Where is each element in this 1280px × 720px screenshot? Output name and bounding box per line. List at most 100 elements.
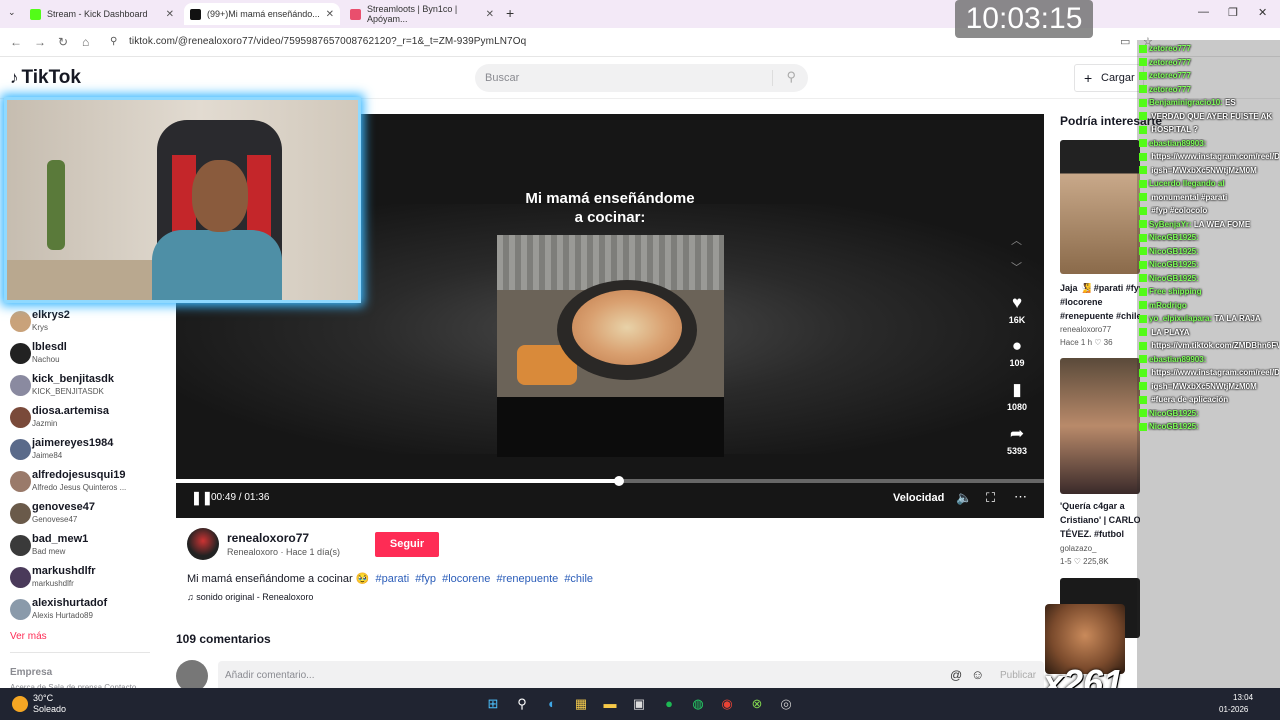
app-icon[interactable]: ▣ [630, 695, 648, 713]
chat-message: LA PLAYA [1139, 328, 1279, 340]
kick-badge-icon [1139, 233, 1147, 242]
video-description: Mi mamá enseñándome a cocinar 🥹 #parati … [187, 572, 593, 585]
fullscreen-icon[interactable]: ⛶ [986, 490, 995, 506]
edge-icon[interactable]: ◐ [543, 695, 561, 713]
recommendation-caption[interactable]: Jaja 🧏 #parati #fyp [1060, 281, 1140, 295]
account-name: lblesdl [32, 341, 67, 353]
xbox-icon[interactable]: ⊗ [748, 695, 766, 713]
tiktok-logo[interactable]: ♪ TikTok [10, 67, 81, 89]
stream-clock: 10:03:15 [955, 0, 1093, 38]
like-button[interactable]: ♥ 16K [1007, 294, 1027, 326]
upload-button[interactable]: + Cargar [1074, 64, 1144, 92]
minimize-icon[interactable]: — [1198, 6, 1209, 18]
forward-icon[interactable]: → [34, 35, 46, 49]
kick-badge-icon [1139, 260, 1147, 269]
clock-time[interactable]: 13:04 [1233, 693, 1253, 702]
chat-message: NicoGB1925: [1139, 274, 1279, 286]
company-heading[interactable]: Empresa [10, 667, 52, 678]
volume-icon[interactable]: 🔈 [956, 490, 972, 506]
author-name[interactable]: renealoxoro77 [227, 531, 309, 545]
comment-button[interactable]: ● 109 [1007, 337, 1027, 369]
close-icon[interactable]: ✕ [326, 9, 334, 20]
chat-text: #fyp #colocolo [1151, 206, 1208, 215]
emoji-icon[interactable]: ☺ [971, 667, 984, 682]
recommendation-thumbnail[interactable] [1060, 358, 1140, 494]
recommendation-author[interactable]: renealoxoro77 [1060, 325, 1111, 334]
search-icon[interactable]: ⚲ [786, 69, 796, 85]
author-avatar[interactable] [187, 528, 219, 560]
share-count: 5393 [1007, 446, 1028, 456]
store-icon[interactable]: ▦ [572, 695, 590, 713]
close-window-icon[interactable]: ✕ [1258, 6, 1267, 19]
chrome-icon[interactable]: ◉ [718, 695, 736, 713]
spotify-icon[interactable]: ● [660, 695, 678, 713]
sound-link[interactable]: ♫ sonido original - Renealoxoro [187, 592, 313, 602]
progress-handle[interactable] [613, 476, 624, 486]
share-button[interactable]: ➦ 5393 [1007, 425, 1028, 457]
recommendation-caption[interactable]: TÉVEZ. #futbol [1060, 527, 1140, 541]
chat-username: yo_elpixulapara: [1149, 314, 1213, 323]
recommendation-caption[interactable]: #locorene [1060, 295, 1140, 309]
account-name: genovese47 [32, 501, 95, 513]
save-button[interactable]: ▮ 1080 [1007, 380, 1027, 413]
see-more-link[interactable]: Ver más [10, 631, 47, 642]
home-icon[interactable]: ⌂ [82, 35, 89, 49]
weather-sun-icon[interactable] [12, 696, 28, 712]
more-options-icon[interactable]: ⋯ [1014, 489, 1027, 505]
site-info-icon[interactable]: ⚲ [110, 36, 117, 47]
url-field[interactable]: tiktok.com/@renealoxoro77/video/75959876… [129, 36, 526, 47]
account-subtitle: KICK_BENJITASDK [32, 387, 104, 396]
kick-badge-icon [1139, 301, 1147, 310]
account-subtitle: Jazmin [32, 419, 58, 428]
file-explorer-icon[interactable]: ▬ [601, 695, 619, 713]
author-subtitle: Renealoxoro · Hace 1 día(s) [227, 547, 341, 557]
search-icon[interactable]: ⚲ [513, 695, 531, 713]
whatsapp-icon[interactable]: ◍ [689, 695, 707, 713]
account-subtitle: Bad mew [32, 547, 66, 556]
weather-condition[interactable]: Soleado [33, 704, 66, 714]
recommendation-caption[interactable]: #renepuente #chile [1060, 309, 1140, 323]
search-input[interactable]: Buscar ⚲ [475, 64, 808, 92]
hashtag-link[interactable]: #parati [376, 573, 410, 585]
close-icon[interactable]: ✕ [486, 9, 494, 20]
chat-username: zetoreo777 [1149, 44, 1191, 53]
new-tab-button[interactable]: + [506, 5, 514, 21]
chevron-down-icon[interactable]: ﹀ [1011, 259, 1022, 275]
browser-tab-active[interactable]: (99+)Mi mamá enseñándo... ✕ [184, 3, 340, 25]
recommendation-author[interactable]: golazazo_ [1060, 544, 1096, 553]
speed-button[interactable]: Velocidad [893, 492, 944, 504]
comment-input[interactable]: Añadir comentario... @ ☺ Publicar [218, 661, 1044, 691]
maximize-icon[interactable]: ❐ [1228, 6, 1238, 19]
progress-bar[interactable] [176, 476, 1044, 486]
reload-icon[interactable]: ↻ [58, 35, 68, 49]
recommendation-caption[interactable]: Cristiano' | CARLOS [1060, 513, 1140, 527]
account-avatar [10, 311, 31, 332]
chevron-up-icon[interactable]: ︿ [1011, 232, 1022, 248]
chat-message: igsh=MWxbXc5NWtjMzM0M [1139, 166, 1279, 178]
weather-temperature[interactable]: 30°C [33, 693, 53, 703]
follow-button[interactable]: Seguir [375, 532, 439, 557]
cast-icon[interactable]: ▭ [1120, 35, 1130, 48]
obs-icon[interactable]: ◎ [777, 695, 795, 713]
chat-message: Free shipping [1139, 287, 1279, 299]
clock-date[interactable]: 01-2026 [1219, 705, 1248, 714]
pause-icon[interactable]: ❚❚ [191, 490, 213, 506]
browser-tab[interactable]: Stream - Kick Dashboard ✕ [24, 3, 180, 25]
hashtag-link[interactable]: #renepuente [496, 573, 558, 585]
mention-icon[interactable]: @ [950, 668, 962, 682]
caption-line: Mi mamá enseñándome [525, 190, 695, 207]
browser-tab[interactable]: Streamloots | Byn1co | Apóyam... ✕ [344, 3, 500, 25]
hashtag-link[interactable]: #locorene [442, 573, 490, 585]
recommendation-thumbnail[interactable] [1060, 140, 1140, 274]
chat-username: zetoreo777 [1149, 84, 1191, 94]
hashtag-link[interactable]: #fyp [415, 573, 436, 585]
back-icon[interactable]: ← [10, 35, 22, 49]
kick-badge-icon [1139, 58, 1147, 67]
tab-search-icon[interactable]: ⌄ [8, 7, 16, 18]
post-button[interactable]: Publicar [1000, 670, 1036, 681]
hashtag-link[interactable]: #chile [564, 573, 593, 585]
bookmark-icon: ▮ [1012, 380, 1022, 399]
windows-start-icon[interactable]: ⊞ [484, 695, 502, 713]
recommendation-caption[interactable]: 'Quería c4gar a [1060, 499, 1140, 513]
close-icon[interactable]: ✕ [166, 9, 174, 20]
